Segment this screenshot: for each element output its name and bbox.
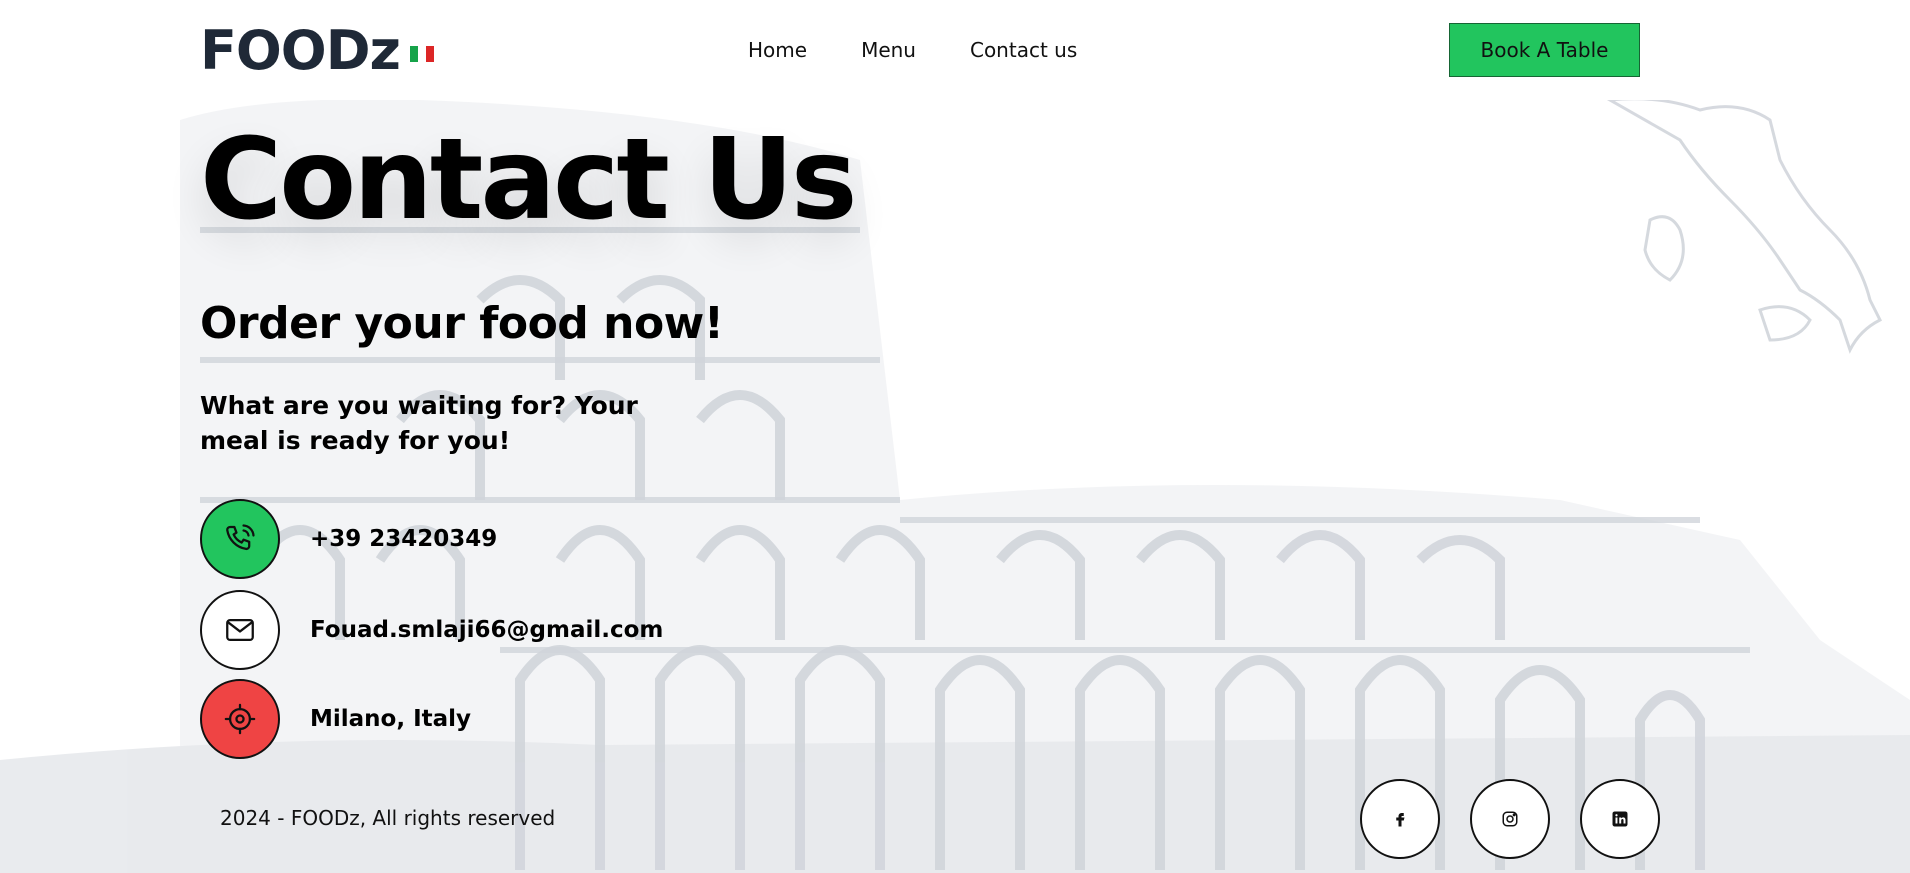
location-text: Milano, Italy	[310, 706, 472, 732]
phone-icon[interactable]	[200, 499, 280, 579]
page: FOODz Home Menu Contact us Book A Table …	[0, 0, 1910, 873]
site-header: FOODz Home Menu Contact us Book A Table	[0, 0, 1910, 100]
social-links	[1360, 779, 1660, 859]
copyright-text: 2024 - FOODz, All rights reserved	[220, 806, 556, 830]
lead-text: What are you waiting for? Your meal is r…	[200, 391, 638, 455]
nav-menu[interactable]: Menu	[861, 36, 916, 64]
mail-icon[interactable]	[200, 590, 280, 670]
linkedin-icon[interactable]	[1580, 779, 1660, 859]
logo[interactable]: FOODz	[200, 18, 434, 84]
contact-email-row: Fouad.smlaji66@gmail.com	[200, 590, 663, 670]
logo-text[interactable]: FOODz	[200, 18, 401, 84]
instagram-icon[interactable]	[1470, 779, 1550, 859]
location-icon[interactable]	[200, 679, 280, 759]
nav-home[interactable]: Home	[748, 36, 807, 64]
nav-contact-us[interactable]: Contact us	[970, 36, 1077, 64]
facebook-icon[interactable]	[1360, 779, 1440, 859]
italy-flag-icon	[409, 46, 434, 62]
book-a-table-button[interactable]: Book A Table	[1449, 23, 1640, 77]
contact-location-row: Milano, Italy	[200, 679, 471, 759]
main-nav: Home Menu Contact us	[748, 36, 1131, 64]
contact-phone-row: +39 23420349	[200, 499, 497, 579]
page-title: Contact Us	[200, 115, 858, 245]
subtitle: Order your food now!	[200, 298, 724, 349]
book-a-table-label: Book A Table	[1480, 38, 1609, 62]
phone-number[interactable]: +39 23420349	[310, 526, 497, 552]
email-address[interactable]: Fouad.smlaji66@gmail.com	[310, 617, 663, 643]
